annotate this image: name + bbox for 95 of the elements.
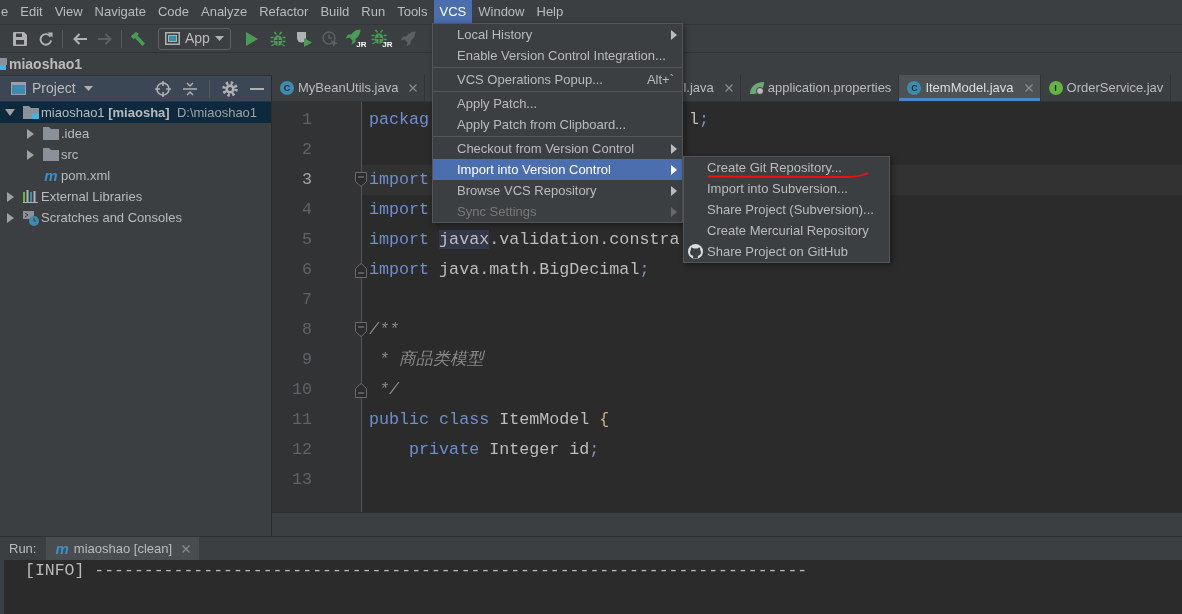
line-number: 3 bbox=[301, 171, 312, 189]
menu-item[interactable]: Local History bbox=[433, 24, 682, 45]
tree-item[interactable]: Scratches and Consoles bbox=[0, 207, 271, 228]
tree-item[interactable]: src bbox=[0, 144, 271, 165]
menu-item[interactable]: Checkout from Version Control bbox=[433, 138, 682, 159]
menu-item[interactable]: Help bbox=[530, 0, 570, 24]
caret-right-icon[interactable] bbox=[6, 212, 14, 223]
fold-minus-icon[interactable] bbox=[355, 322, 367, 337]
module-folder-icon bbox=[0, 58, 7, 70]
file-type-badge: I bbox=[1048, 81, 1063, 95]
menu-item[interactable]: Navigate bbox=[88, 0, 152, 24]
menu-item[interactable]: Import into Version Control bbox=[433, 159, 682, 180]
menu-item[interactable]: Code bbox=[151, 0, 195, 24]
fold-minus-icon[interactable] bbox=[355, 263, 367, 278]
console-line: [INFO] ------------------------------------------------------------------------ bbox=[25, 561, 808, 581]
code-line: /** bbox=[369, 321, 400, 339]
menu-item[interactable]: e bbox=[0, 0, 15, 24]
rocket-launch-button[interactable]: JR bbox=[371, 28, 393, 49]
code-line: import bbox=[369, 201, 430, 219]
code-line: public class ItemModel { bbox=[369, 411, 610, 429]
run-tab[interactable]: m miaoshao [clean] bbox=[46, 537, 200, 560]
rocket-launch-button[interactable]: JR bbox=[345, 28, 367, 49]
tree-item[interactable]: .idea bbox=[0, 123, 271, 144]
code-line: */ bbox=[378, 381, 400, 399]
code-line: private Integer id; bbox=[408, 441, 600, 459]
fold-minus-icon[interactable] bbox=[355, 172, 367, 187]
menu-item[interactable]: VCS Operations Popup... Alt+` bbox=[433, 69, 682, 90]
code-line: packag bbox=[369, 111, 430, 129]
tool-window-title: Run: bbox=[8, 539, 38, 558]
code-line: l; bbox=[689, 111, 710, 129]
menu-item[interactable]: Edit bbox=[14, 0, 49, 24]
window-icon bbox=[165, 32, 180, 45]
breadcrumb-item[interactable]: miaoshao1 bbox=[9, 53, 83, 75]
editor-tab[interactable]: C ItemModel.java bbox=[899, 75, 1041, 101]
run-config-dropdown[interactable]: App bbox=[158, 27, 231, 50]
menu-item[interactable]: Browse VCS Repository bbox=[433, 180, 682, 201]
back-arrow-icon[interactable] bbox=[71, 32, 87, 45]
locate-icon[interactable] bbox=[155, 80, 171, 97]
close-icon[interactable] bbox=[724, 84, 733, 92]
caret-down-icon bbox=[83, 86, 93, 91]
caret-right-icon[interactable] bbox=[6, 191, 14, 202]
code-line: import bbox=[369, 171, 430, 189]
menu-item[interactable]: Tools bbox=[391, 0, 434, 24]
minimize-icon[interactable] bbox=[250, 87, 264, 90]
view-dropdown[interactable]: Project bbox=[11, 78, 93, 99]
menu-item[interactable]: Apply Patch from Clipboard... bbox=[433, 114, 682, 135]
caret-down-icon bbox=[214, 36, 224, 41]
menu-item[interactable]: Create Git Repository... bbox=[684, 157, 889, 178]
tree-item[interactable]: miaoshao1 [miaosha] D:\miaoshao1 bbox=[0, 102, 271, 123]
file-type-badge: C bbox=[907, 81, 922, 95]
module-folder-icon bbox=[23, 106, 39, 119]
menu-item[interactable]: Analyze bbox=[195, 0, 254, 24]
run-icon[interactable] bbox=[245, 31, 258, 46]
tree-item[interactable]: m pom.xml bbox=[0, 165, 271, 186]
menu-item[interactable]: Window bbox=[472, 0, 531, 24]
save-icon[interactable] bbox=[13, 31, 27, 46]
bug-icon[interactable] bbox=[269, 30, 286, 47]
folder-icon bbox=[43, 148, 59, 161]
folder-icon bbox=[43, 127, 59, 140]
code-line: import javax.validation.constra bbox=[369, 231, 680, 249]
menu-item[interactable]: Run bbox=[355, 0, 392, 24]
code-line: import java.math.BigDecimal; bbox=[369, 261, 650, 279]
file-type-badge: C bbox=[280, 81, 294, 95]
menu-item[interactable]: Enable Version Control Integration... bbox=[433, 45, 682, 66]
menu-item[interactable]: View bbox=[48, 0, 89, 24]
console-clock-icon bbox=[23, 209, 39, 226]
tree-item[interactable]: External Libraries bbox=[0, 186, 271, 207]
menu-item[interactable]: VCS bbox=[433, 0, 473, 24]
close-icon[interactable] bbox=[409, 84, 418, 92]
caret-right-icon[interactable] bbox=[26, 128, 34, 139]
editor-tab[interactable]: C MyBeanUtils.java bbox=[272, 75, 426, 101]
code-line: * 商品类模型 bbox=[378, 351, 485, 369]
refresh-icon[interactable] bbox=[39, 31, 53, 46]
fold-minus-icon[interactable] bbox=[355, 383, 367, 398]
hammer-icon[interactable] bbox=[130, 30, 146, 47]
maven-icon: m bbox=[55, 541, 69, 556]
menu-item[interactable]: Create Mercurial Repository bbox=[684, 220, 889, 241]
menu-item[interactable]: Import into Subversion... bbox=[684, 178, 889, 199]
menu-item[interactable]: Share Project (Subversion)... bbox=[684, 199, 889, 220]
caret-down-icon[interactable] bbox=[5, 109, 15, 116]
leaf-gear-icon bbox=[748, 81, 765, 95]
close-icon[interactable] bbox=[1024, 84, 1033, 92]
caret-right-icon[interactable] bbox=[26, 149, 34, 160]
editor-tab[interactable]: I OrderService.jav bbox=[1040, 75, 1172, 101]
menu-item[interactable]: Refactor bbox=[253, 0, 315, 24]
settings-icon[interactable] bbox=[222, 80, 238, 97]
close-icon[interactable] bbox=[182, 544, 191, 553]
menu-item[interactable]: Build bbox=[314, 0, 356, 24]
menu-item[interactable]: Share Project on GitHub bbox=[684, 241, 889, 262]
window-icon bbox=[11, 82, 26, 95]
library-bars-icon bbox=[23, 190, 38, 203]
maven-icon: m bbox=[43, 168, 59, 183]
collapse-all-icon[interactable] bbox=[183, 81, 197, 96]
menu-item[interactable]: Apply Patch... bbox=[433, 93, 682, 114]
shield-run-icon[interactable] bbox=[295, 30, 312, 47]
